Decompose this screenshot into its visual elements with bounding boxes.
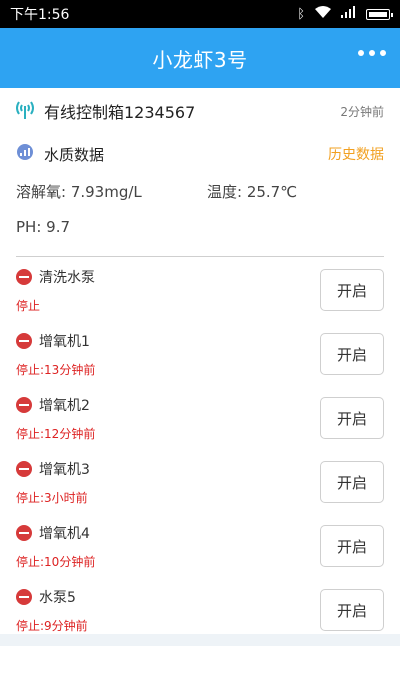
device-list: 清洗水泵 停止 开启 增氧机1 停止:13分钟前 开启 增氧机2 停止:12分钟… (0, 263, 400, 647)
more-options-icon[interactable] (358, 50, 386, 56)
stop-icon (16, 333, 32, 349)
water-quality-header: 水质数据 历史数据 (0, 134, 400, 174)
device-name: 有线控制箱1234567 (44, 103, 196, 122)
stop-icon (16, 461, 32, 477)
history-data-link[interactable]: 历史数据 (328, 144, 384, 164)
water-quality-title: 水质数据 (44, 145, 105, 164)
measurement-row: 溶解氧: 7.93mg/L 温度: 25.7℃ (0, 174, 400, 208)
device-label: 增氧机4 (39, 526, 90, 542)
device-status: 停止:12分钟前 (16, 427, 96, 441)
oxygen-value: 溶解氧: 7.93mg/L (16, 182, 142, 201)
device-label: 增氧机3 (39, 462, 90, 478)
water-quality-icon (16, 143, 34, 165)
battery-icon (366, 8, 393, 20)
device-item-aerator-4: 增氧机4 停止:10分钟前 开启 (0, 519, 400, 583)
status-bar: 下午1:56 ᛒ (0, 0, 400, 28)
device-status: 停止:10分钟前 (16, 555, 96, 569)
signal-icon (341, 6, 357, 22)
wifi-icon (314, 5, 332, 23)
device-item-aerator-2: 增氧机2 停止:12分钟前 开启 (0, 391, 400, 455)
divider (16, 256, 384, 257)
device-label: 水泵5 (39, 590, 76, 606)
app-bar: 小龙虾3号 (0, 28, 400, 88)
start-button[interactable]: 开启 (320, 525, 384, 567)
device-item-aerator-3: 增氧机3 停止:3小时前 开启 (0, 455, 400, 519)
device-item-aerator-1: 增氧机1 停止:13分钟前 开启 (0, 327, 400, 391)
temperature-value: 温度: 25.7℃ (207, 182, 298, 201)
device-status: 停止:13分钟前 (16, 363, 96, 377)
device-item-cleaning-pump: 清洗水泵 停止 开启 (0, 263, 400, 327)
status-icons: ᛒ (297, 5, 393, 23)
bottom-band (0, 634, 400, 646)
page-title: 小龙虾3号 (152, 47, 248, 72)
device-label: 增氧机2 (39, 398, 90, 414)
device-header: 有线控制箱1234567 2分钟前 (0, 88, 400, 134)
device-label: 清洗水泵 (39, 270, 95, 286)
device-update-time: 2分钟前 (340, 104, 384, 119)
antenna-icon (14, 98, 36, 124)
start-button[interactable]: 开启 (320, 397, 384, 439)
stop-icon (16, 269, 32, 285)
main-content: 有线控制箱1234567 2分钟前 水质数据 历史数据 溶解氧: 7.93mg/… (0, 88, 400, 647)
ph-value: PH: 9.7 (16, 218, 71, 236)
device-status: 停止:9分钟前 (16, 619, 88, 633)
device-label: 增氧机1 (39, 334, 90, 350)
device-status: 停止 (16, 299, 41, 313)
status-time: 下午1:56 (10, 7, 70, 23)
stop-icon (16, 589, 32, 605)
start-button[interactable]: 开启 (320, 333, 384, 375)
start-button[interactable]: 开启 (320, 269, 384, 311)
stop-icon (16, 397, 32, 413)
ph-row: PH: 9.7 (0, 208, 400, 246)
start-button[interactable]: 开启 (320, 461, 384, 503)
start-button[interactable]: 开启 (320, 589, 384, 631)
device-status: 停止:3小时前 (16, 491, 88, 505)
bluetooth-icon: ᛒ (297, 6, 305, 22)
stop-icon (16, 525, 32, 541)
